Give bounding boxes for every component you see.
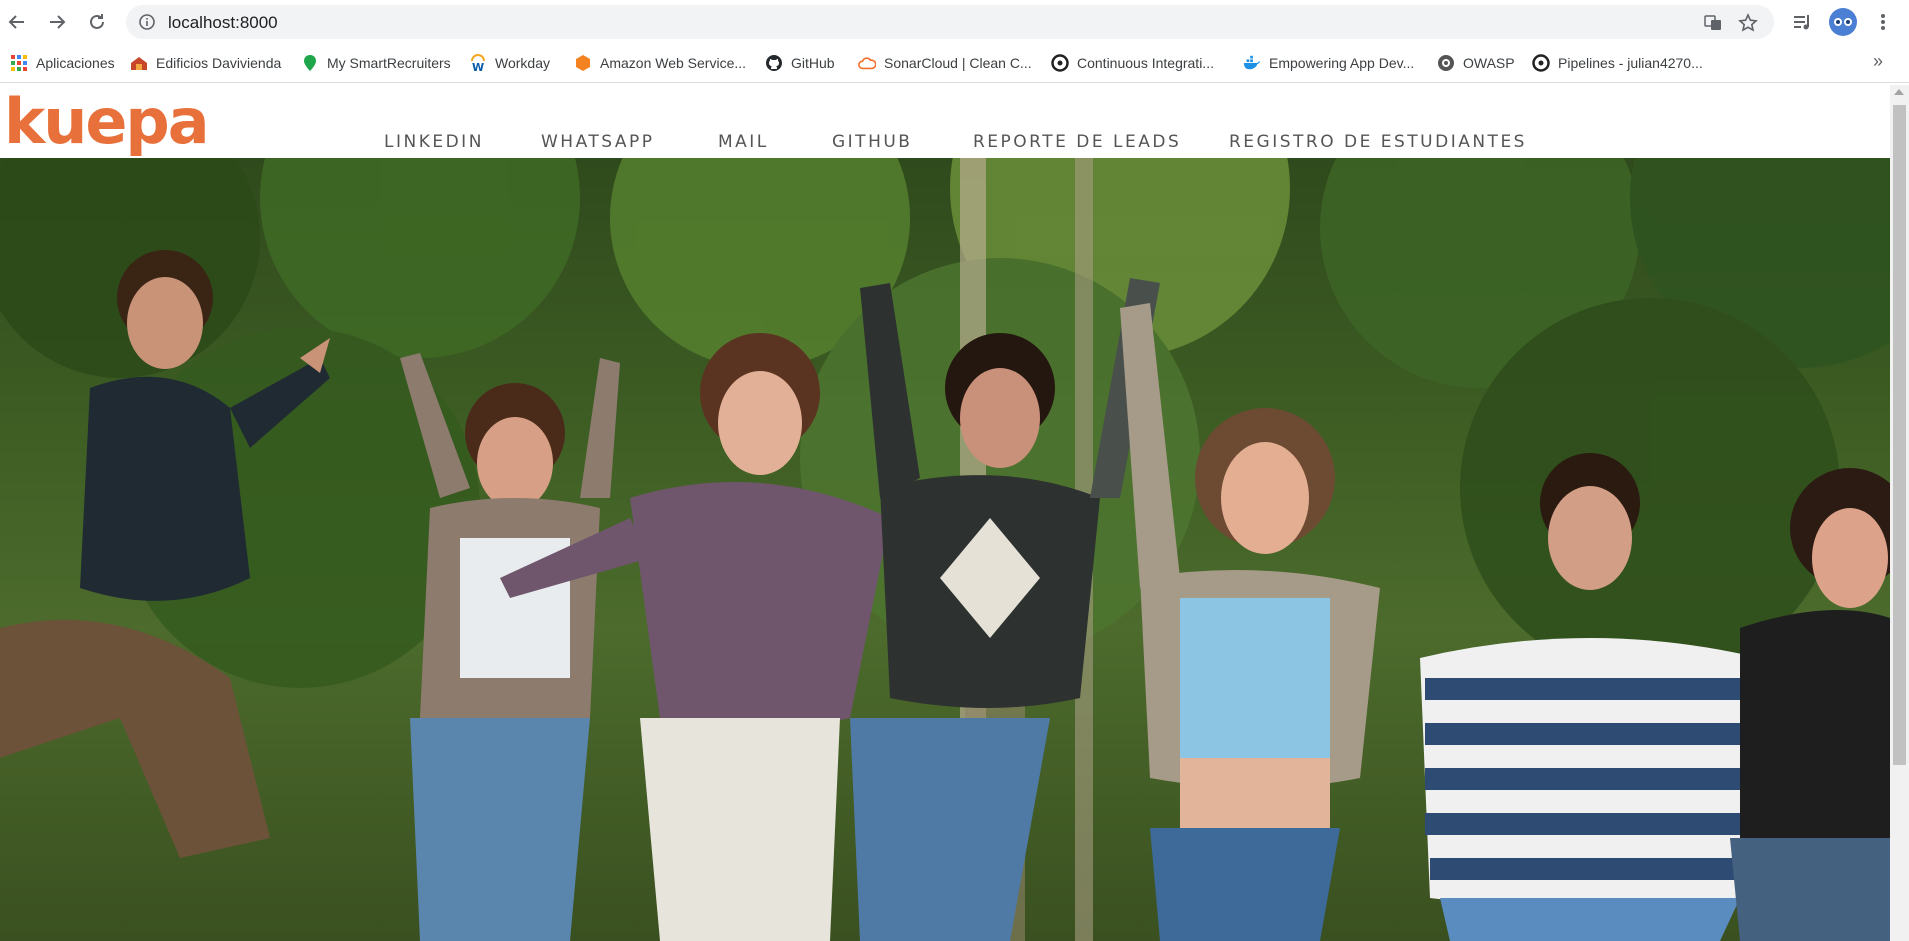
page-viewport: kuepa LINKEDIN WHATSAPP MAIL GITHUB REPO… [0,85,1890,941]
scroll-up-arrow-icon[interactable] [1894,89,1904,95]
smartrecruiters-icon [301,54,319,72]
site-header: kuepa LINKEDIN WHATSAPP MAIL GITHUB REPO… [0,85,1890,158]
bookmark-smartrecruiters[interactable]: My SmartRecruiters [301,53,451,73]
davivienda-icon [130,54,148,72]
reload-button[interactable] [85,10,109,34]
translate-button[interactable] [1703,13,1723,33]
browser-toolbar: localhost:8000 [0,0,1909,44]
bookmark-workday[interactable]: W Workday [469,53,550,73]
sonarcloud-icon [858,54,876,72]
bookmark-docker[interactable]: Empowering App Dev... [1243,53,1414,73]
bookmark-github[interactable]: GitHub [765,53,835,73]
owasp-icon [1437,54,1455,72]
workday-icon: W [469,54,487,72]
svg-text:W: W [472,61,484,72]
nav-link-reporte-de-leads[interactable]: REPORTE DE LEADS [973,132,1181,152]
bookmark-label: SonarCloud | Clean C... [884,55,1032,71]
hero-photo-illustration [0,158,1890,941]
bookmarks-bar: Aplicaciones Edificios Davivienda My Sma… [0,44,1909,83]
bookmark-continuous-integration[interactable]: Continuous Integrati... [1051,53,1214,73]
browser-menu-button[interactable] [1871,10,1895,34]
nav-link-whatsapp[interactable]: WHATSAPP [541,132,655,152]
bookmark-sonarcloud[interactable]: SonarCloud | Clean C... [858,53,1032,73]
nav-link-mail[interactable]: MAIL [718,132,769,152]
hero-photo [0,158,1890,941]
bookmark-label: My SmartRecruiters [327,55,451,71]
translate-icon [1704,15,1721,30]
bookmark-pipelines[interactable]: Pipelines - julian4270... [1532,53,1703,73]
bookmark-star-button[interactable] [1738,13,1758,33]
media-control-button[interactable] [1790,10,1814,34]
kebab-menu-icon [1881,14,1885,30]
nav-link-registro-de-estudiantes[interactable]: REGISTRO DE ESTUDIANTES [1229,132,1527,152]
address-bar[interactable]: localhost:8000 [126,5,1774,39]
bookmark-label: GitHub [791,55,835,71]
bookmark-label: Pipelines - julian4270... [1558,55,1703,71]
reload-icon [90,14,104,29]
circleci-icon [1051,54,1069,72]
scrollbar-thumb[interactable] [1893,105,1906,765]
playlist-icon [1794,15,1809,30]
url-text: localhost:8000 [168,13,278,32]
bookmark-label: Edificios Davivienda [156,55,282,71]
docker-icon [1243,54,1261,72]
forward-arrow-icon [50,15,66,29]
more-bookmarks-button[interactable]: » [1873,51,1883,72]
star-icon [1738,13,1758,32]
github-icon [765,54,783,72]
bookmark-apps[interactable]: Aplicaciones [10,53,115,73]
info-icon[interactable] [138,13,156,31]
nav-link-linkedin[interactable]: LINKEDIN [384,132,484,152]
bookmark-davivienda[interactable]: Edificios Davivienda [130,53,281,73]
bookmark-label: Amazon Web Service... [600,55,747,71]
aws-icon [574,54,592,72]
bookmark-owasp[interactable]: OWASP [1437,53,1515,73]
bookmark-label: Empowering App Dev... [1269,55,1415,71]
bookmark-label: Continuous Integrati... [1077,55,1214,71]
nav-link-github[interactable]: GITHUB [832,132,912,152]
bookmark-label: Aplicaciones [36,55,115,71]
profile-avatar[interactable] [1829,8,1857,36]
site-logo[interactable]: kuepa [4,87,210,157]
bookmark-aws[interactable]: Amazon Web Service... [574,53,746,73]
back-button[interactable] [5,10,29,34]
page-scrollbar[interactable] [1890,85,1909,941]
circleci-icon [1532,54,1550,72]
profile-glasses-icon [1834,18,1852,26]
bookmark-label: Workday [495,55,550,71]
bookmark-label: OWASP [1463,55,1515,71]
apps-grid-icon [10,54,28,72]
forward-button[interactable] [45,10,69,34]
back-arrow-icon [8,15,24,29]
